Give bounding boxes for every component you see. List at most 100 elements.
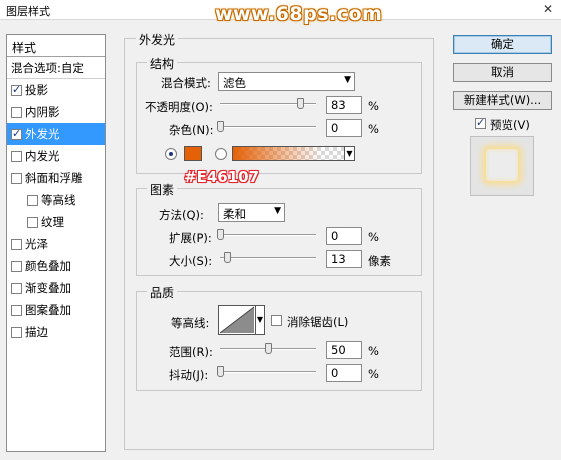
solid-color-radio[interactable] — [165, 148, 177, 160]
spread-slider-thumb[interactable] — [217, 229, 224, 240]
spread-label: 扩展(P): — [169, 231, 212, 245]
size-unit: 像素 — [368, 254, 391, 268]
style-item-label: 等高线 — [41, 193, 76, 207]
size-slider[interactable] — [220, 257, 316, 259]
style-checkbox[interactable] — [11, 106, 22, 118]
preview-checkbox[interactable] — [475, 116, 486, 129]
noise-slider[interactable] — [220, 126, 316, 128]
style-item-label: 颜色叠加 — [25, 259, 71, 273]
style-checkbox[interactable] — [27, 216, 38, 228]
blend-mode-label: 混合模式: — [161, 76, 211, 90]
contour-label: 等高线: — [171, 316, 210, 330]
method-label: 方法(Q): — [159, 208, 204, 222]
style-checkbox[interactable] — [27, 194, 38, 206]
style-item[interactable]: 等高线 — [7, 189, 105, 211]
blend-options-item[interactable]: 混合选项:自定 — [7, 57, 105, 79]
style-checkbox[interactable] — [11, 304, 22, 316]
style-item[interactable]: 描边 — [7, 321, 105, 343]
contour-picker[interactable] — [218, 305, 256, 335]
method-select[interactable]: 柔和 ▼ — [218, 203, 285, 222]
noise-unit: % — [368, 122, 379, 136]
jitter-label: 抖动(J): — [169, 368, 209, 382]
opacity-unit: % — [368, 99, 379, 113]
spread-input[interactable]: 0 — [326, 227, 362, 245]
preview-thumbnail — [485, 148, 519, 182]
window-title: 图层样式 — [6, 5, 50, 18]
style-item[interactable]: 渐变叠加 — [7, 277, 105, 299]
range-label: 范围(R): — [169, 345, 213, 359]
opacity-label: 不透明度(O): — [145, 100, 213, 114]
new-style-button[interactable]: 新建样式(W)... — [453, 91, 552, 110]
method-value: 柔和 — [223, 207, 246, 221]
quality-title: 品质 — [147, 284, 178, 301]
anti-alias-label: 消除锯齿(L) — [287, 315, 349, 329]
style-checkbox[interactable] — [11, 260, 22, 272]
style-item[interactable]: 投影 — [7, 79, 105, 101]
blend-mode-value: 滤色 — [223, 76, 246, 90]
range-unit: % — [368, 344, 379, 358]
chevron-down-icon: ▼ — [274, 206, 281, 216]
preview-label: 预览(V) — [490, 118, 530, 132]
jitter-slider-thumb[interactable] — [217, 366, 224, 377]
style-item-label: 斜面和浮雕 — [25, 171, 83, 185]
size-slider-thumb[interactable] — [223, 252, 231, 263]
elements-title: 图素 — [147, 181, 178, 198]
noise-label: 杂色(N): — [169, 123, 214, 137]
style-item[interactable]: 内阴影 — [7, 101, 105, 123]
style-checkbox[interactable] — [11, 238, 22, 250]
gradient-radio[interactable] — [215, 148, 227, 160]
opacity-slider-thumb[interactable] — [296, 98, 304, 109]
style-item-label: 光泽 — [25, 237, 48, 251]
anti-alias-checkbox[interactable] — [271, 315, 282, 326]
jitter-unit: % — [368, 367, 379, 381]
cancel-button[interactable]: 取消 — [453, 63, 552, 82]
spread-unit: % — [368, 230, 379, 244]
size-label: 大小(S): — [169, 254, 213, 268]
style-item-label: 外发光 — [25, 127, 60, 141]
style-item-label: 渐变叠加 — [25, 281, 71, 295]
style-item-label: 图案叠加 — [25, 303, 71, 317]
styles-list: 样式 混合选项:自定 投影内阴影外发光内发光斜面和浮雕等高线纹理光泽颜色叠加渐变… — [6, 34, 106, 452]
style-checkbox[interactable] — [11, 282, 22, 294]
style-item[interactable]: 内发光 — [7, 145, 105, 167]
jitter-slider[interactable] — [220, 371, 316, 373]
style-item[interactable]: 图案叠加 — [7, 299, 105, 321]
title-bar: 图层样式 www.68ps.com ✕ — [0, 0, 561, 25]
style-item-label: 内阴影 — [25, 105, 60, 119]
ok-button[interactable]: 确定 — [453, 35, 552, 54]
gradient-chevron-down-icon[interactable]: ▼ — [344, 146, 355, 161]
blend-mode-select[interactable]: 滤色 ▼ — [218, 72, 355, 91]
glow-gradient-picker[interactable] — [232, 146, 345, 161]
contour-chevron-down-icon[interactable]: ▼ — [256, 305, 265, 335]
style-item[interactable]: 颜色叠加 — [7, 255, 105, 277]
style-item[interactable]: 纹理 — [7, 211, 105, 233]
styles-header[interactable]: 样式 — [7, 35, 105, 57]
size-input[interactable]: 13 — [326, 250, 362, 268]
chevron-down-icon: ▼ — [344, 75, 351, 85]
style-preview — [470, 136, 534, 196]
style-item[interactable]: 斜面和浮雕 — [7, 167, 105, 189]
jitter-input[interactable]: 0 — [326, 364, 362, 382]
range-input[interactable]: 50 — [326, 341, 362, 359]
style-checkbox[interactable] — [11, 83, 22, 96]
style-checkbox[interactable] — [11, 326, 22, 338]
opacity-input[interactable]: 83 — [326, 96, 362, 114]
style-item[interactable]: 外发光 — [7, 123, 105, 145]
contour-curve-icon — [219, 306, 255, 334]
noise-slider-thumb[interactable] — [217, 121, 224, 132]
glow-color-swatch[interactable] — [184, 146, 202, 161]
style-checkbox[interactable] — [11, 127, 22, 140]
color-annotation: #E46107 — [184, 168, 259, 186]
watermark: www.68ps.com — [215, 3, 383, 25]
spread-slider[interactable] — [220, 234, 316, 236]
style-item-label: 纹理 — [41, 215, 64, 229]
style-checkbox[interactable] — [11, 150, 22, 162]
noise-input[interactable]: 0 — [326, 119, 362, 137]
close-icon[interactable]: ✕ — [541, 2, 555, 16]
structure-title: 结构 — [147, 55, 178, 72]
range-slider-thumb[interactable] — [265, 343, 272, 354]
style-item[interactable]: 光泽 — [7, 233, 105, 255]
style-checkbox[interactable] — [11, 172, 22, 184]
style-item-label: 描边 — [25, 325, 48, 339]
style-item-label: 投影 — [25, 83, 48, 97]
